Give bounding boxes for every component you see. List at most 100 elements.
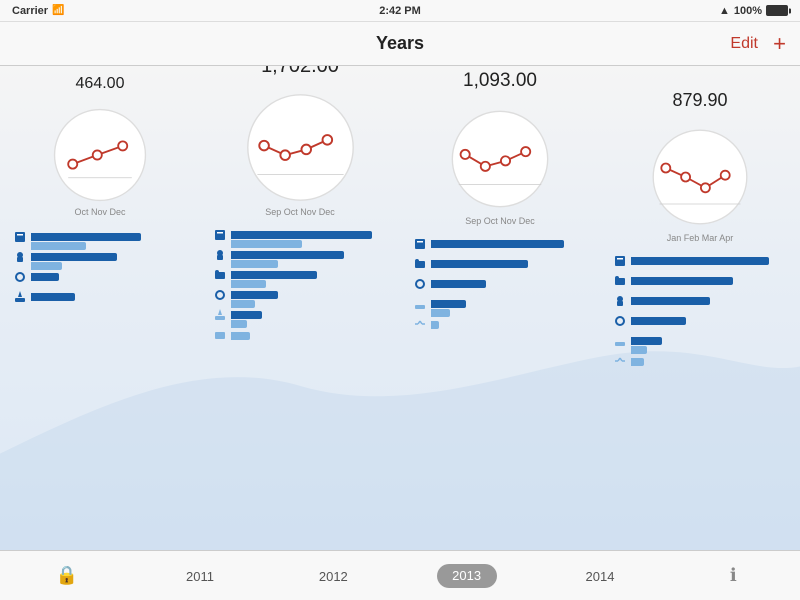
- bar-fill-light: [31, 242, 86, 250]
- bar-track: [231, 311, 388, 319]
- bar-track: [631, 317, 788, 325]
- bar-track: [631, 357, 788, 365]
- main-content: 464.00 Oct Nov Dec: [0, 66, 800, 550]
- bar-row: [212, 327, 388, 343]
- bar-track: [631, 257, 788, 265]
- bar-fill-light: [231, 280, 266, 288]
- amount-2013: 1,093.00: [463, 70, 537, 92]
- bar-track: [631, 297, 788, 305]
- year-column-2014: 879.90 Jan Feb Mar Apr: [600, 86, 800, 545]
- tab-label-2013: 2013: [452, 568, 481, 583]
- bar-row: [412, 276, 588, 292]
- date-labels-2014: Jan Feb Mar Apr: [667, 233, 734, 243]
- bar-fill: [231, 311, 262, 319]
- bar-fill: [631, 277, 733, 285]
- bar-fill: [431, 260, 528, 268]
- bar-track: [431, 260, 588, 268]
- bar-fill-light: [231, 332, 250, 340]
- circle-chart-2013: [445, 104, 555, 214]
- bar-fill: [631, 297, 710, 305]
- years-container: 464.00 Oct Nov Dec: [0, 66, 800, 550]
- bar-row: [212, 287, 388, 303]
- bar-track: [631, 337, 788, 345]
- bar-fill-light: [31, 262, 62, 270]
- bar-row: [12, 249, 188, 265]
- tab-2012[interactable]: 2012: [267, 551, 400, 600]
- bar-row: [612, 353, 788, 369]
- bar-icon: [12, 289, 28, 305]
- tab-label-2012: 2012: [319, 569, 348, 584]
- bar-icon: [212, 327, 228, 343]
- tab-label-2014: 2014: [586, 569, 615, 584]
- battery-label: 100%: [734, 5, 762, 17]
- bar-row: [12, 289, 188, 305]
- bar-track: [631, 277, 788, 285]
- tab-item-lock[interactable]: 🔒: [0, 551, 133, 600]
- bar-icon: [212, 267, 228, 283]
- bar-chart-2012: [208, 227, 392, 347]
- bar-fill: [31, 293, 75, 301]
- device-frame: Carrier 📶 2:42 PM ▲ 100% Years Edit + 46…: [0, 0, 800, 600]
- lock-icon: 🔒: [55, 565, 77, 586]
- bar-icon: [612, 313, 628, 329]
- bar-track: [31, 233, 188, 241]
- date-labels-2013: Sep Oct Nov Dec: [465, 216, 535, 226]
- bar-row: [612, 253, 788, 269]
- bar-track: [431, 240, 588, 248]
- year-column-2013: 1,093.00 Sep Oct Nov Dec: [400, 66, 600, 545]
- add-button[interactable]: +: [773, 33, 786, 55]
- bar-row: [212, 247, 388, 263]
- bar-row: [612, 333, 788, 349]
- active-year-bubble: 2013: [437, 564, 497, 588]
- bar-icon: [412, 276, 428, 292]
- bar-icon: [412, 256, 428, 272]
- bar-row: [412, 236, 588, 252]
- amount-2012: 1,702.00: [261, 66, 339, 78]
- bar-fill-light: [431, 321, 439, 329]
- bar-icon: [612, 293, 628, 309]
- bar-icon: [412, 316, 428, 332]
- info-icon: ℹ: [730, 565, 737, 586]
- bar-track: [431, 320, 588, 328]
- bar-fill: [31, 253, 117, 261]
- bar-icon: [612, 253, 628, 269]
- bar-row: [612, 273, 788, 289]
- battery-icon: [766, 5, 788, 16]
- bar-icon: [12, 229, 28, 245]
- carrier-label: Carrier: [12, 5, 48, 17]
- edit-button[interactable]: Edit: [730, 35, 758, 53]
- bar-track: [231, 331, 388, 339]
- bar-track: [31, 253, 188, 261]
- tab-item-info[interactable]: ℹ: [667, 551, 800, 600]
- bar-row: [412, 256, 588, 272]
- bar-fill: [431, 240, 564, 248]
- tab-2013[interactable]: 2013: [400, 551, 533, 600]
- bar-fill: [231, 231, 372, 239]
- bar-chart-2014: [608, 253, 792, 373]
- status-time: 2:42 PM: [379, 5, 421, 17]
- bar-row: [612, 293, 788, 309]
- bar-row: [212, 267, 388, 283]
- bar-track: [231, 231, 388, 239]
- bar-row: [12, 229, 188, 245]
- bar-icon: [12, 269, 28, 285]
- bar-track: [231, 271, 388, 279]
- bar-fill: [631, 257, 769, 265]
- bar-chart-2011: [8, 229, 192, 309]
- bar-fill: [31, 273, 59, 281]
- bar-fill: [231, 251, 344, 259]
- tab-label-2011: 2011: [186, 569, 214, 584]
- year-column-2012: 1,702.00 Sep Oct Nov Dec: [200, 66, 400, 545]
- bar-fill-light: [231, 260, 278, 268]
- amount-2011: 464.00: [76, 75, 125, 93]
- status-right: ▲ 100%: [719, 5, 788, 17]
- date-labels-2011: Oct Nov Dec: [74, 207, 125, 217]
- bar-icon: [212, 227, 228, 243]
- bar-track: [31, 293, 188, 301]
- bar-fill-light: [431, 309, 450, 317]
- bar-track: [231, 291, 388, 299]
- bar-row: [212, 227, 388, 243]
- bar-fill-light: [631, 346, 647, 354]
- tab-2014[interactable]: 2014: [533, 551, 666, 600]
- tab-2011[interactable]: 2011: [133, 551, 266, 600]
